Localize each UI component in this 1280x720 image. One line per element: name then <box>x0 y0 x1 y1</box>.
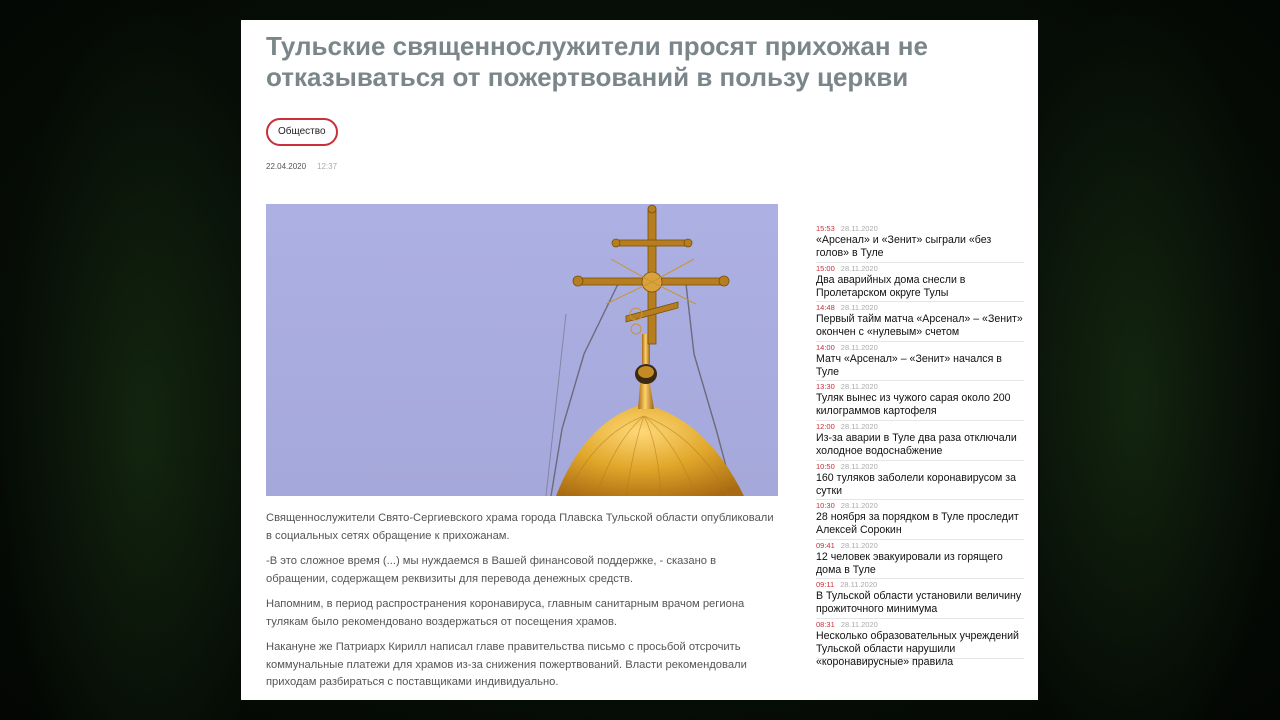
news-item[interactable]: 14:00 28.11.2020 Матч «Арсенал» – «Зенит»… <box>816 342 1024 382</box>
news-title-link[interactable]: 160 туляков заболели коронавирусом за су… <box>816 472 1024 498</box>
category-tag-button[interactable]: Общество <box>266 118 338 146</box>
article-photo-church-cross <box>266 204 778 496</box>
article-paragraph: Напомним, в период распространения корон… <box>266 598 745 628</box>
news-time: 10:50 <box>816 461 835 471</box>
background-glow-right <box>1040 0 1280 720</box>
news-item[interactable]: 14:48 28.11.2020 Первый тайм матча «Арсен… <box>816 302 1024 342</box>
news-date: 28.11.2020 <box>840 263 878 273</box>
article-date: 22.04.2020 <box>266 162 307 171</box>
news-date: 28.11.2020 <box>840 501 878 511</box>
news-date: 28.11.2020 <box>840 303 878 313</box>
news-date: 28.11.2020 <box>840 619 878 629</box>
news-item[interactable]: 10:30 28.11.2020 28 ноября за порядком в … <box>816 500 1024 540</box>
news-item[interactable]: 10:50 28.11.2020 160 туляков заболели кор… <box>816 461 1024 501</box>
news-title-link[interactable]: 28 ноября за порядком в Туле проследит А… <box>816 511 1024 537</box>
news-title-link[interactable]: В Тульской области установили величину п… <box>816 590 1024 616</box>
article-body: Священнослужители Свято-Сергиевского хра… <box>266 510 781 700</box>
news-title-link[interactable]: Два аварийных дома снесли в Пролетарском… <box>816 274 1024 300</box>
news-date: 28.11.2020 <box>840 421 878 431</box>
article-paragraph: Священнослужители Свято-Сергиевского хра… <box>266 512 774 542</box>
news-title-link[interactable]: «Арсенал» и «Зенит» сыграли «без голов» … <box>816 234 1024 260</box>
news-item[interactable]: 12:00 28.11.2020 Из-за аварии в Туле два … <box>816 421 1024 461</box>
news-time: 09:11 <box>816 580 835 590</box>
news-item[interactable]: 15:00 28.11.2020 Два аварийных дома снесл… <box>816 263 1024 303</box>
news-item[interactable]: 13:30 28.11.2020 Туляк вынес из чужого са… <box>816 381 1024 421</box>
news-item[interactable]: 09:11 28.11.2020 В Тульской области устан… <box>816 579 1024 619</box>
news-date: 28.11.2020 <box>840 461 878 471</box>
news-time: 12:00 <box>816 421 835 431</box>
news-item[interactable]: 08:31 28.11.2020 Несколько образовательны… <box>816 619 1024 668</box>
news-time: 10:30 <box>816 501 835 511</box>
news-item[interactable]: 09:41 28.11.2020 12 человек эвакуировали … <box>816 540 1024 580</box>
article-card: Тульские священнослужители просят прихож… <box>241 20 1038 700</box>
news-time: 13:30 <box>816 382 835 392</box>
news-title-link[interactable]: Из-за аварии в Туле два раза отключали х… <box>816 432 1024 458</box>
news-date: 28.11.2020 <box>840 580 878 590</box>
news-time: 14:48 <box>816 303 835 313</box>
news-time: 14:00 <box>816 342 835 352</box>
news-date: 28.11.2020 <box>840 224 878 233</box>
news-time: 09:41 <box>816 540 835 550</box>
news-title-link[interactable]: 12 человек эвакуировали из горящего дома… <box>816 551 1024 577</box>
news-time: 08:31 <box>816 619 835 629</box>
news-title-link[interactable]: Несколько образовательных учреждений Тул… <box>816 630 1024 669</box>
news-date: 28.11.2020 <box>840 382 878 392</box>
latest-news-list: 15:53 28.11.2020 «Арсенал» и «Зенит» сыгр… <box>816 223 1024 668</box>
article-paragraph: -В это сложное время (...) мы нуждаемся … <box>266 555 717 585</box>
news-title-link[interactable]: Туляк вынес из чужого сарая около 200 ки… <box>816 392 1024 418</box>
news-title-link[interactable]: Первый тайм матча «Арсенал» – «Зенит» ок… <box>816 313 1024 339</box>
background-glow-left <box>0 0 240 720</box>
news-title-link[interactable]: Матч «Арсенал» – «Зенит» начался в Туле <box>816 353 1024 379</box>
news-date: 28.11.2020 <box>840 342 878 352</box>
article-title: Тульские священнослужители просят прихож… <box>266 31 928 92</box>
news-time: 15:00 <box>816 263 835 273</box>
news-time: 15:53 <box>816 224 835 233</box>
article-paragraph: Накануне же Патриарх Кирилл написал глав… <box>266 641 747 688</box>
news-date: 28.11.2020 <box>840 540 878 550</box>
news-item[interactable]: 15:53 28.11.2020 «Арсенал» и «Зенит» сыгр… <box>816 223 1024 263</box>
article-time: 12:37 <box>317 162 338 171</box>
